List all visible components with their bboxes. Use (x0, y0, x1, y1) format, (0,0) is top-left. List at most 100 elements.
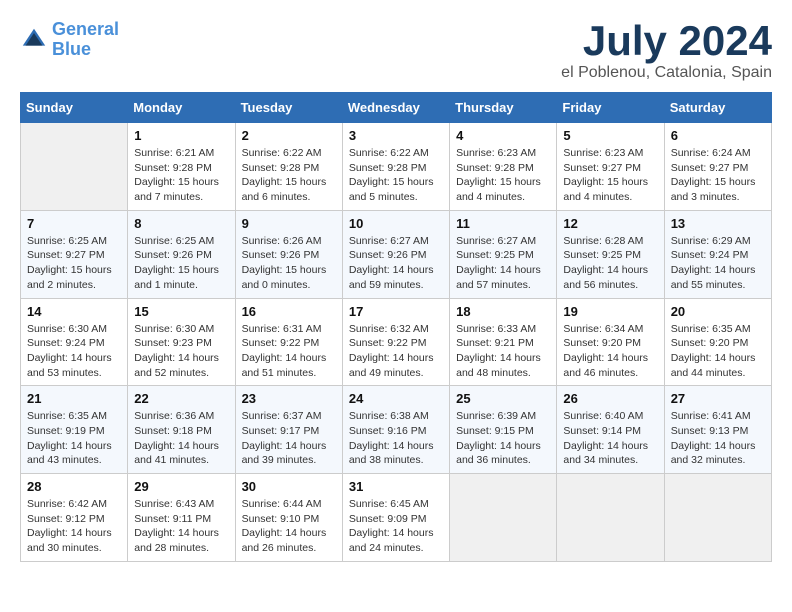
calendar-cell: 31Sunrise: 6:45 AMSunset: 9:09 PMDayligh… (342, 474, 449, 562)
day-info: Sunrise: 6:44 AMSunset: 9:10 PMDaylight:… (242, 497, 336, 556)
weekday-header-saturday: Saturday (664, 93, 771, 123)
day-number: 21 (27, 391, 121, 406)
calendar-cell: 15Sunrise: 6:30 AMSunset: 9:23 PMDayligh… (128, 298, 235, 386)
day-info: Sunrise: 6:45 AMSunset: 9:09 PMDaylight:… (349, 497, 443, 556)
weekday-header-friday: Friday (557, 93, 664, 123)
page-header: General Blue July 2024 el Poblenou, Cata… (20, 20, 772, 82)
day-number: 8 (134, 216, 228, 231)
day-number: 24 (349, 391, 443, 406)
calendar-cell: 19 Sunrise: 6:34 AMSunset: 9:20 PMDayligh… (557, 298, 664, 386)
logo-line2: Blue (52, 39, 91, 59)
calendar-cell (557, 474, 664, 562)
calendar-cell: 13 Sunrise: 6:29 AMSunset: 9:24 PMDayligh… (664, 210, 771, 298)
calendar-cell: 22 Sunrise: 6:36 AMSunset: 9:18 PMDayligh… (128, 386, 235, 474)
day-number: 23 (242, 391, 336, 406)
calendar-cell: 29 Sunrise: 6:43 AMSunset: 9:11 PMDayligh… (128, 474, 235, 562)
day-info: Sunrise: 6:25 AMSunset: 9:27 PMDaylight:… (27, 234, 121, 293)
day-info: Sunrise: 6:38 AMSunset: 9:16 PMDaylight:… (349, 409, 443, 468)
day-number: 5 (563, 128, 657, 143)
logo-line1: General (52, 19, 119, 39)
calendar-cell: 28Sunrise: 6:42 AMSunset: 9:12 PMDayligh… (21, 474, 128, 562)
calendar-cell: 14Sunrise: 6:30 AMSunset: 9:24 PMDayligh… (21, 298, 128, 386)
day-info: Sunrise: 6:36 AMSunset: 9:18 PMDaylight:… (134, 409, 228, 468)
day-number: 19 (563, 304, 657, 319)
calendar-table: SundayMondayTuesdayWednesdayThursdayFrid… (20, 92, 772, 562)
day-number: 1 (134, 128, 228, 143)
logo-text: General Blue (52, 20, 119, 60)
weekday-header-tuesday: Tuesday (235, 93, 342, 123)
day-info: Sunrise: 6:27 AMSunset: 9:25 PMDaylight:… (456, 234, 550, 293)
logo-icon (20, 26, 48, 54)
day-info: Sunrise: 6:33 AMSunset: 9:21 PMDaylight:… (456, 322, 550, 381)
calendar-cell: 18 Sunrise: 6:33 AMSunset: 9:21 PMDayligh… (450, 298, 557, 386)
calendar-week-row: 1 Sunrise: 6:21 AMSunset: 9:28 PMDaylight… (21, 123, 772, 211)
weekday-header-wednesday: Wednesday (342, 93, 449, 123)
day-info: Sunrise: 6:28 AMSunset: 9:25 PMDaylight:… (563, 234, 657, 293)
day-info: Sunrise: 6:39 AMSunset: 9:15 PMDaylight:… (456, 409, 550, 468)
weekday-header-row: SundayMondayTuesdayWednesdayThursdayFrid… (21, 93, 772, 123)
calendar-cell: 20 Sunrise: 6:35 AMSunset: 9:20 PMDayligh… (664, 298, 771, 386)
calendar-week-row: 28Sunrise: 6:42 AMSunset: 9:12 PMDayligh… (21, 474, 772, 562)
day-info: Sunrise: 6:31 AMSunset: 9:22 PMDaylight:… (242, 322, 336, 381)
calendar-cell: 9Sunrise: 6:26 AMSunset: 9:26 PMDaylight… (235, 210, 342, 298)
calendar-cell: 21 Sunrise: 6:35 AMSunset: 9:19 PMDayligh… (21, 386, 128, 474)
month-title: July 2024 (561, 20, 772, 62)
day-number: 13 (671, 216, 765, 231)
calendar-cell: 8Sunrise: 6:25 AMSunset: 9:26 PMDaylight… (128, 210, 235, 298)
calendar-cell (664, 474, 771, 562)
calendar-week-row: 7 Sunrise: 6:25 AMSunset: 9:27 PMDaylight… (21, 210, 772, 298)
day-number: 3 (349, 128, 443, 143)
calendar-cell: 23 Sunrise: 6:37 AMSunset: 9:17 PMDayligh… (235, 386, 342, 474)
logo: General Blue (20, 20, 119, 60)
day-info: Sunrise: 6:26 AMSunset: 9:26 PMDaylight:… (242, 234, 336, 293)
calendar-cell (450, 474, 557, 562)
calendar-cell: 3 Sunrise: 6:22 AMSunset: 9:28 PMDaylight… (342, 123, 449, 211)
weekday-header-sunday: Sunday (21, 93, 128, 123)
day-info: Sunrise: 6:21 AMSunset: 9:28 PMDaylight:… (134, 146, 228, 205)
day-number: 16 (242, 304, 336, 319)
day-number: 29 (134, 479, 228, 494)
day-number: 30 (242, 479, 336, 494)
calendar-cell: 6 Sunrise: 6:24 AMSunset: 9:27 PMDaylight… (664, 123, 771, 211)
day-info: Sunrise: 6:40 AMSunset: 9:14 PMDaylight:… (563, 409, 657, 468)
day-info: Sunrise: 6:24 AMSunset: 9:27 PMDaylight:… (671, 146, 765, 205)
day-info: Sunrise: 6:42 AMSunset: 9:12 PMDaylight:… (27, 497, 121, 556)
day-info: Sunrise: 6:29 AMSunset: 9:24 PMDaylight:… (671, 234, 765, 293)
day-number: 27 (671, 391, 765, 406)
day-number: 11 (456, 216, 550, 231)
day-number: 22 (134, 391, 228, 406)
day-info: Sunrise: 6:43 AMSunset: 9:11 PMDaylight:… (134, 497, 228, 556)
day-info: Sunrise: 6:35 AMSunset: 9:19 PMDaylight:… (27, 409, 121, 468)
day-number: 14 (27, 304, 121, 319)
day-info: Sunrise: 6:23 AMSunset: 9:28 PMDaylight:… (456, 146, 550, 205)
day-number: 7 (27, 216, 121, 231)
calendar-week-row: 21 Sunrise: 6:35 AMSunset: 9:19 PMDayligh… (21, 386, 772, 474)
calendar-cell: 24 Sunrise: 6:38 AMSunset: 9:16 PMDayligh… (342, 386, 449, 474)
day-info: Sunrise: 6:30 AMSunset: 9:23 PMDaylight:… (134, 322, 228, 381)
calendar-cell: 25 Sunrise: 6:39 AMSunset: 9:15 PMDayligh… (450, 386, 557, 474)
weekday-header-thursday: Thursday (450, 93, 557, 123)
day-number: 20 (671, 304, 765, 319)
calendar-cell: 2Sunrise: 6:22 AMSunset: 9:28 PMDaylight… (235, 123, 342, 211)
day-number: 25 (456, 391, 550, 406)
day-number: 6 (671, 128, 765, 143)
day-info: Sunrise: 6:22 AMSunset: 9:28 PMDaylight:… (349, 146, 443, 205)
day-info: Sunrise: 6:37 AMSunset: 9:17 PMDaylight:… (242, 409, 336, 468)
day-info: Sunrise: 6:34 AMSunset: 9:20 PMDaylight:… (563, 322, 657, 381)
day-number: 10 (349, 216, 443, 231)
calendar-cell: 30 Sunrise: 6:44 AMSunset: 9:10 PMDayligh… (235, 474, 342, 562)
day-info: Sunrise: 6:27 AMSunset: 9:26 PMDaylight:… (349, 234, 443, 293)
day-number: 12 (563, 216, 657, 231)
day-number: 18 (456, 304, 550, 319)
calendar-cell: 7 Sunrise: 6:25 AMSunset: 9:27 PMDaylight… (21, 210, 128, 298)
day-info: Sunrise: 6:32 AMSunset: 9:22 PMDaylight:… (349, 322, 443, 381)
calendar-cell: 5Sunrise: 6:23 AMSunset: 9:27 PMDaylight… (557, 123, 664, 211)
location: el Poblenou, Catalonia, Spain (561, 64, 772, 82)
calendar-week-row: 14Sunrise: 6:30 AMSunset: 9:24 PMDayligh… (21, 298, 772, 386)
calendar-cell: 1 Sunrise: 6:21 AMSunset: 9:28 PMDaylight… (128, 123, 235, 211)
day-number: 4 (456, 128, 550, 143)
title-area: July 2024 el Poblenou, Catalonia, Spain (561, 20, 772, 82)
calendar-cell: 26Sunrise: 6:40 AMSunset: 9:14 PMDayligh… (557, 386, 664, 474)
day-info: Sunrise: 6:35 AMSunset: 9:20 PMDaylight:… (671, 322, 765, 381)
day-info: Sunrise: 6:41 AMSunset: 9:13 PMDaylight:… (671, 409, 765, 468)
